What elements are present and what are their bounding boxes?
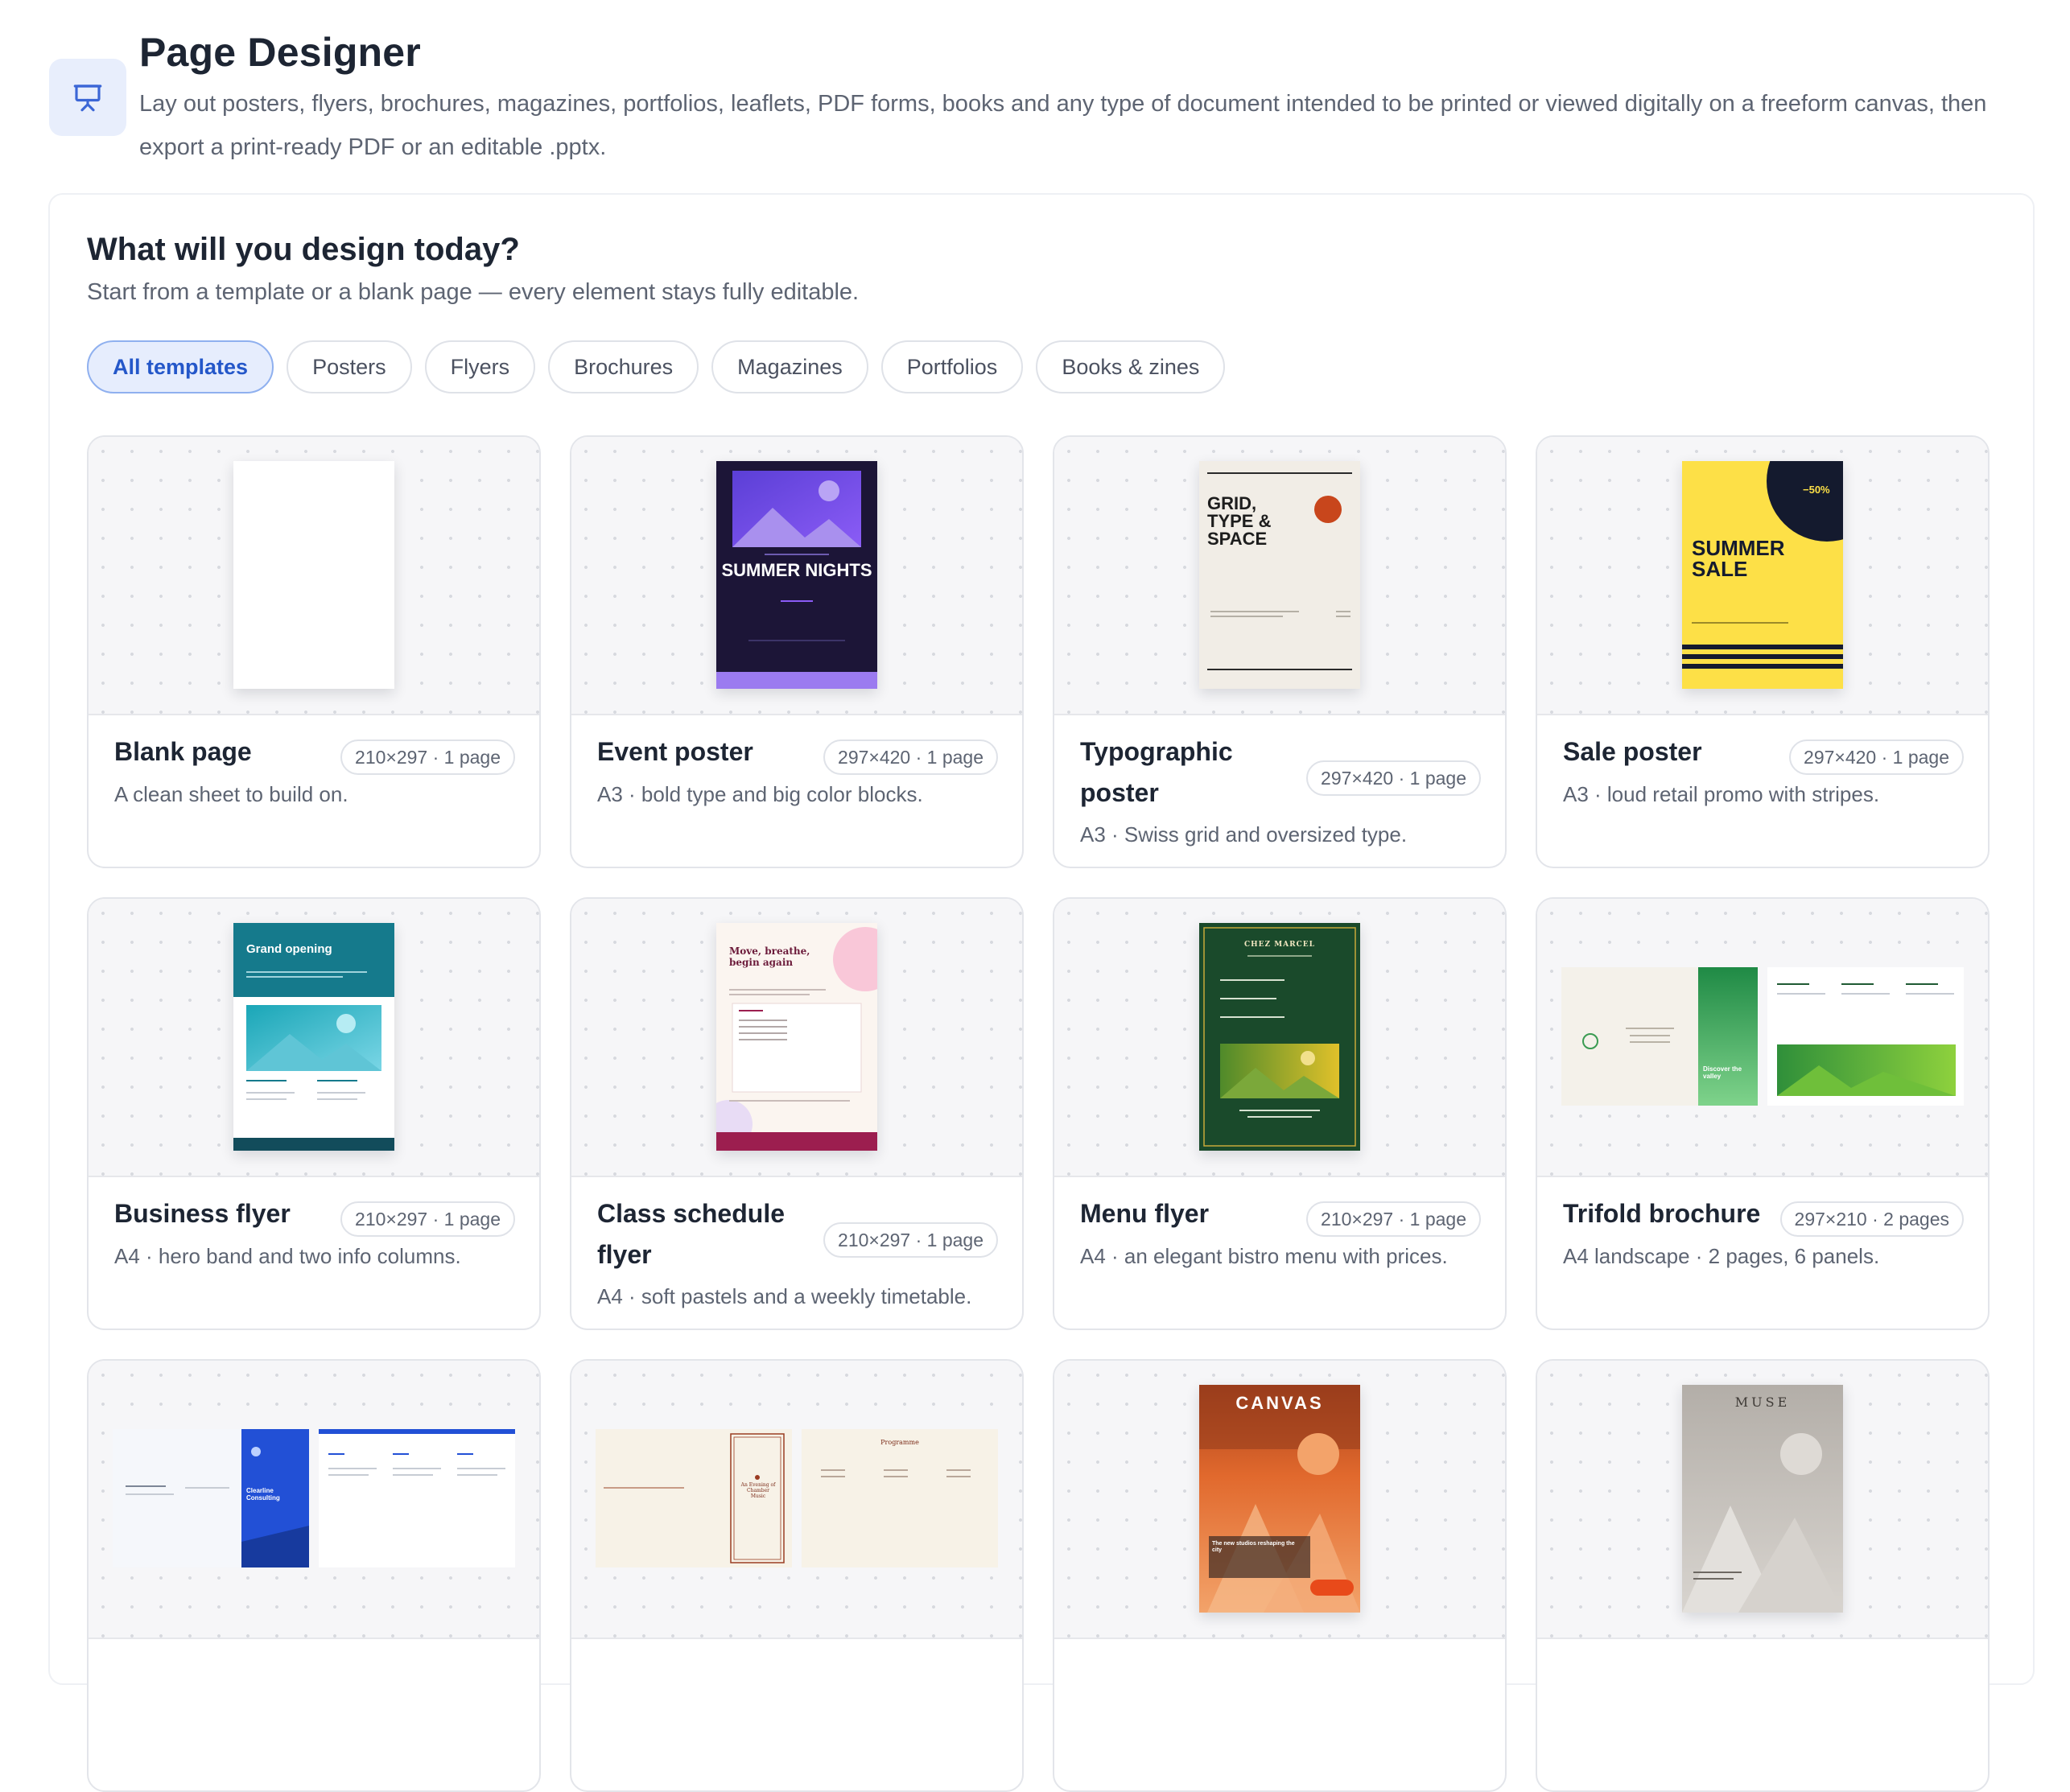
template-card-typographic-poster[interactable]: GRID, TYPE & SPACE Typographic poster 29… bbox=[1053, 435, 1507, 868]
concert-programme-preview: An Evening of Chamber Music Programme bbox=[596, 1429, 998, 1567]
panel-subtitle: Start from a template or a blank page — … bbox=[87, 279, 860, 305]
class-schedule-preview: Move, breathe, begin again bbox=[716, 923, 877, 1151]
typographic-poster-preview: GRID, TYPE & SPACE bbox=[1199, 461, 1360, 689]
template-card-blank-page[interactable]: Blank page 210×297 · 1 page A clean shee… bbox=[87, 435, 541, 868]
event-poster-preview: SUMMER NIGHTS bbox=[716, 461, 877, 689]
category-tabs: All templates Posters Flyers Brochures M… bbox=[87, 340, 1226, 393]
tab-brochures[interactable]: Brochures bbox=[548, 340, 699, 393]
size-badge: 297×210 · 2 pages bbox=[1779, 1201, 1964, 1237]
template-title: Class schedule flyer bbox=[597, 1199, 785, 1269]
template-description: A3 · Swiss grid and oversized type. bbox=[1080, 822, 1408, 847]
panel-title: What will you design today? bbox=[87, 232, 520, 267]
template-card-sale-poster[interactable]: −50% SUMMER SALE Sale poster 297×420 · 1… bbox=[1536, 435, 1990, 868]
business-flyer-artwork bbox=[233, 923, 394, 1151]
template-thumbnail: −50% SUMMER SALE bbox=[1537, 437, 1988, 715]
template-description: A4 landscape · 2 pages, 6 panels. bbox=[1563, 1244, 1880, 1268]
template-description: A4 · hero band and two info columns. bbox=[114, 1244, 461, 1268]
tab-books-zines[interactable]: Books & zines bbox=[1036, 340, 1226, 393]
event-poster-headline: SUMMER NIGHTS bbox=[721, 560, 872, 580]
tab-flyers[interactable]: Flyers bbox=[424, 340, 536, 393]
template-thumbnail: Grand opening bbox=[89, 899, 539, 1177]
concert-programme-heading: Programme bbox=[880, 1439, 919, 1446]
sale-poster-headline: SUMMER SALE bbox=[1692, 536, 1785, 581]
template-thumbnail: CHEZ MARCEL bbox=[1054, 899, 1505, 1177]
template-card-canvas-magazine[interactable]: CANVAS The new studios reshaping the cit… bbox=[1053, 1359, 1507, 1792]
template-title: Blank page bbox=[114, 737, 252, 766]
size-badge: 210×297 · 1 page bbox=[340, 739, 515, 775]
template-card-muse-magazine[interactable]: MUSE bbox=[1536, 1359, 1990, 1792]
size-badge: 210×297 · 1 page bbox=[1306, 1201, 1481, 1237]
template-description: A3 · loud retail promo with stripes. bbox=[1563, 782, 1880, 806]
tab-all-templates[interactable]: All templates bbox=[87, 340, 274, 393]
template-title: Trifold brochure bbox=[1563, 1199, 1761, 1228]
template-thumbnail: CANVAS The new studios reshaping the cit… bbox=[1054, 1361, 1505, 1639]
template-thumbnail: GRID, TYPE & SPACE bbox=[1054, 437, 1505, 715]
template-title: Business flyer bbox=[114, 1199, 291, 1228]
template-description: A4 · an elegant bistro menu with prices. bbox=[1080, 1244, 1448, 1268]
app-icon bbox=[49, 59, 126, 136]
sale-poster-discount: −50% bbox=[1803, 484, 1830, 496]
tab-posters[interactable]: Posters bbox=[287, 340, 412, 393]
template-thumbnail: An Evening of Chamber Music Programme bbox=[571, 1361, 1022, 1639]
template-title: Sale poster bbox=[1563, 737, 1702, 766]
template-thumbnail: SUMMER NIGHTS bbox=[571, 437, 1022, 715]
consulting-brochure-headline: Clearline Consulting bbox=[246, 1487, 280, 1502]
template-title: Typographic poster bbox=[1080, 737, 1233, 807]
trifold-brochure-headline: Discover the valley bbox=[1703, 1065, 1742, 1080]
template-card-concert-programme[interactable]: An Evening of Chamber Music Programme bbox=[570, 1359, 1024, 1792]
template-card-event-poster[interactable]: SUMMER NIGHTS Event poster 297×420 · 1 p… bbox=[570, 435, 1024, 868]
trifold-brochure-artwork bbox=[1561, 967, 1964, 1106]
template-card-consulting-brochure[interactable]: Clearline Consulting bbox=[87, 1359, 541, 1792]
template-card-trifold-brochure[interactable]: Discover the valley Trifold brochure 297… bbox=[1536, 897, 1990, 1330]
canvas-magazine-preview: CANVAS The new studios reshaping the cit… bbox=[1199, 1385, 1360, 1613]
muse-magazine-preview: MUSE bbox=[1682, 1385, 1843, 1613]
size-badge: 297×420 · 1 page bbox=[823, 739, 998, 775]
size-badge: 297×420 · 1 page bbox=[1789, 739, 1964, 775]
size-badge: 210×297 · 1 page bbox=[340, 1201, 515, 1237]
consulting-brochure-artwork bbox=[113, 1429, 515, 1567]
template-thumbnail bbox=[89, 437, 539, 715]
blank-page-preview bbox=[233, 461, 394, 689]
template-thumbnail: MUSE bbox=[1537, 1361, 1988, 1639]
template-card-menu-flyer[interactable]: CHEZ MARCEL Menu flyer 210×297 · 1 page … bbox=[1053, 897, 1507, 1330]
template-title: Event poster bbox=[597, 737, 753, 766]
template-thumbnail: Discover the valley bbox=[1537, 899, 1988, 1177]
concert-programme-cover-text: An Evening of Chamber Music bbox=[740, 1482, 776, 1499]
template-title: Menu flyer bbox=[1080, 1199, 1210, 1228]
template-description: A4 · soft pastels and a weekly timetable… bbox=[597, 1284, 972, 1308]
menu-flyer-artwork bbox=[1203, 927, 1356, 1147]
tab-magazines[interactable]: Magazines bbox=[711, 340, 868, 393]
canvas-magazine-cover-line: The new studios reshaping the city bbox=[1212, 1541, 1295, 1553]
typographic-poster-headline: GRID, TYPE & SPACE bbox=[1207, 493, 1272, 549]
app-description: Lay out posters, flyers, brochures, maga… bbox=[139, 91, 1987, 160]
app-title: Page Designer bbox=[139, 30, 421, 75]
muse-magazine-masthead: MUSE bbox=[1734, 1394, 1791, 1410]
template-thumbnail: Clearline Consulting bbox=[89, 1361, 539, 1639]
presentation-board-icon bbox=[73, 84, 102, 112]
consulting-brochure-preview: Clearline Consulting bbox=[113, 1429, 515, 1567]
sale-poster-preview: −50% SUMMER SALE bbox=[1682, 461, 1843, 689]
trifold-brochure-preview: Discover the valley bbox=[1561, 967, 1964, 1106]
muse-magazine-artwork bbox=[1682, 1385, 1843, 1613]
business-flyer-headline: Grand opening bbox=[246, 942, 332, 956]
template-description: A3 · bold type and big color blocks. bbox=[597, 782, 923, 806]
canvas-magazine-artwork bbox=[1199, 1385, 1360, 1613]
business-flyer-preview: Grand opening bbox=[233, 923, 394, 1151]
size-badge: 297×420 · 1 page bbox=[1306, 760, 1481, 796]
menu-flyer-preview: CHEZ MARCEL bbox=[1199, 923, 1360, 1151]
concert-programme-artwork bbox=[596, 1429, 998, 1567]
template-card-business-flyer[interactable]: Grand opening Business flyer 210×297 · 1… bbox=[87, 897, 541, 1330]
template-card-class-schedule-flyer[interactable]: Move, breathe, begin again Class schedul… bbox=[570, 897, 1024, 1330]
size-badge: 210×297 · 1 page bbox=[823, 1222, 998, 1258]
template-thumbnail: Move, breathe, begin again bbox=[571, 899, 1022, 1177]
template-description: A clean sheet to build on. bbox=[114, 782, 348, 806]
class-schedule-headline: Move, breathe, begin again bbox=[729, 945, 810, 968]
tab-portfolios[interactable]: Portfolios bbox=[880, 340, 1024, 393]
canvas-magazine-masthead: CANVAS bbox=[1235, 1393, 1324, 1413]
menu-flyer-headline: CHEZ MARCEL bbox=[1243, 941, 1315, 949]
